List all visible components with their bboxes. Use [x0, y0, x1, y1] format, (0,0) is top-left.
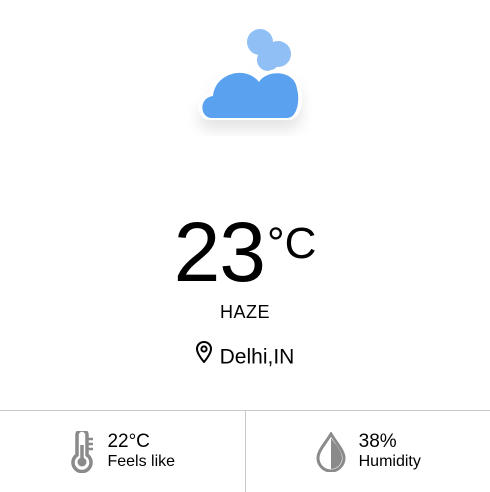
humidity-label: Humidity: [359, 453, 421, 471]
cloudy-icon: [188, 24, 312, 136]
feels-like-stat: 22°C Feels like: [0, 411, 245, 492]
weather-condition: HAZE: [0, 302, 490, 323]
location-pin-icon: [196, 341, 212, 369]
thermometer-icon: [69, 431, 95, 473]
temperature-unit: °C: [267, 222, 316, 266]
feels-like-label: Feels like: [107, 453, 175, 471]
temperature-value: 23: [174, 210, 265, 294]
temperature-display: 23°C: [0, 210, 490, 294]
location: Delhi,IN: [0, 345, 490, 369]
humidity-drop-icon: [315, 432, 347, 472]
humidity-value: 38%: [359, 432, 421, 453]
humidity-stat: 38% Humidity: [245, 411, 490, 492]
weather-stats: 22°C Feels like 38% Humidity: [0, 410, 490, 492]
location-name: Delhi,IN: [220, 345, 295, 368]
feels-like-value: 22°C: [107, 432, 175, 453]
weather-card: 23°C HAZE Delhi,IN 22°C: [0, 0, 490, 491]
